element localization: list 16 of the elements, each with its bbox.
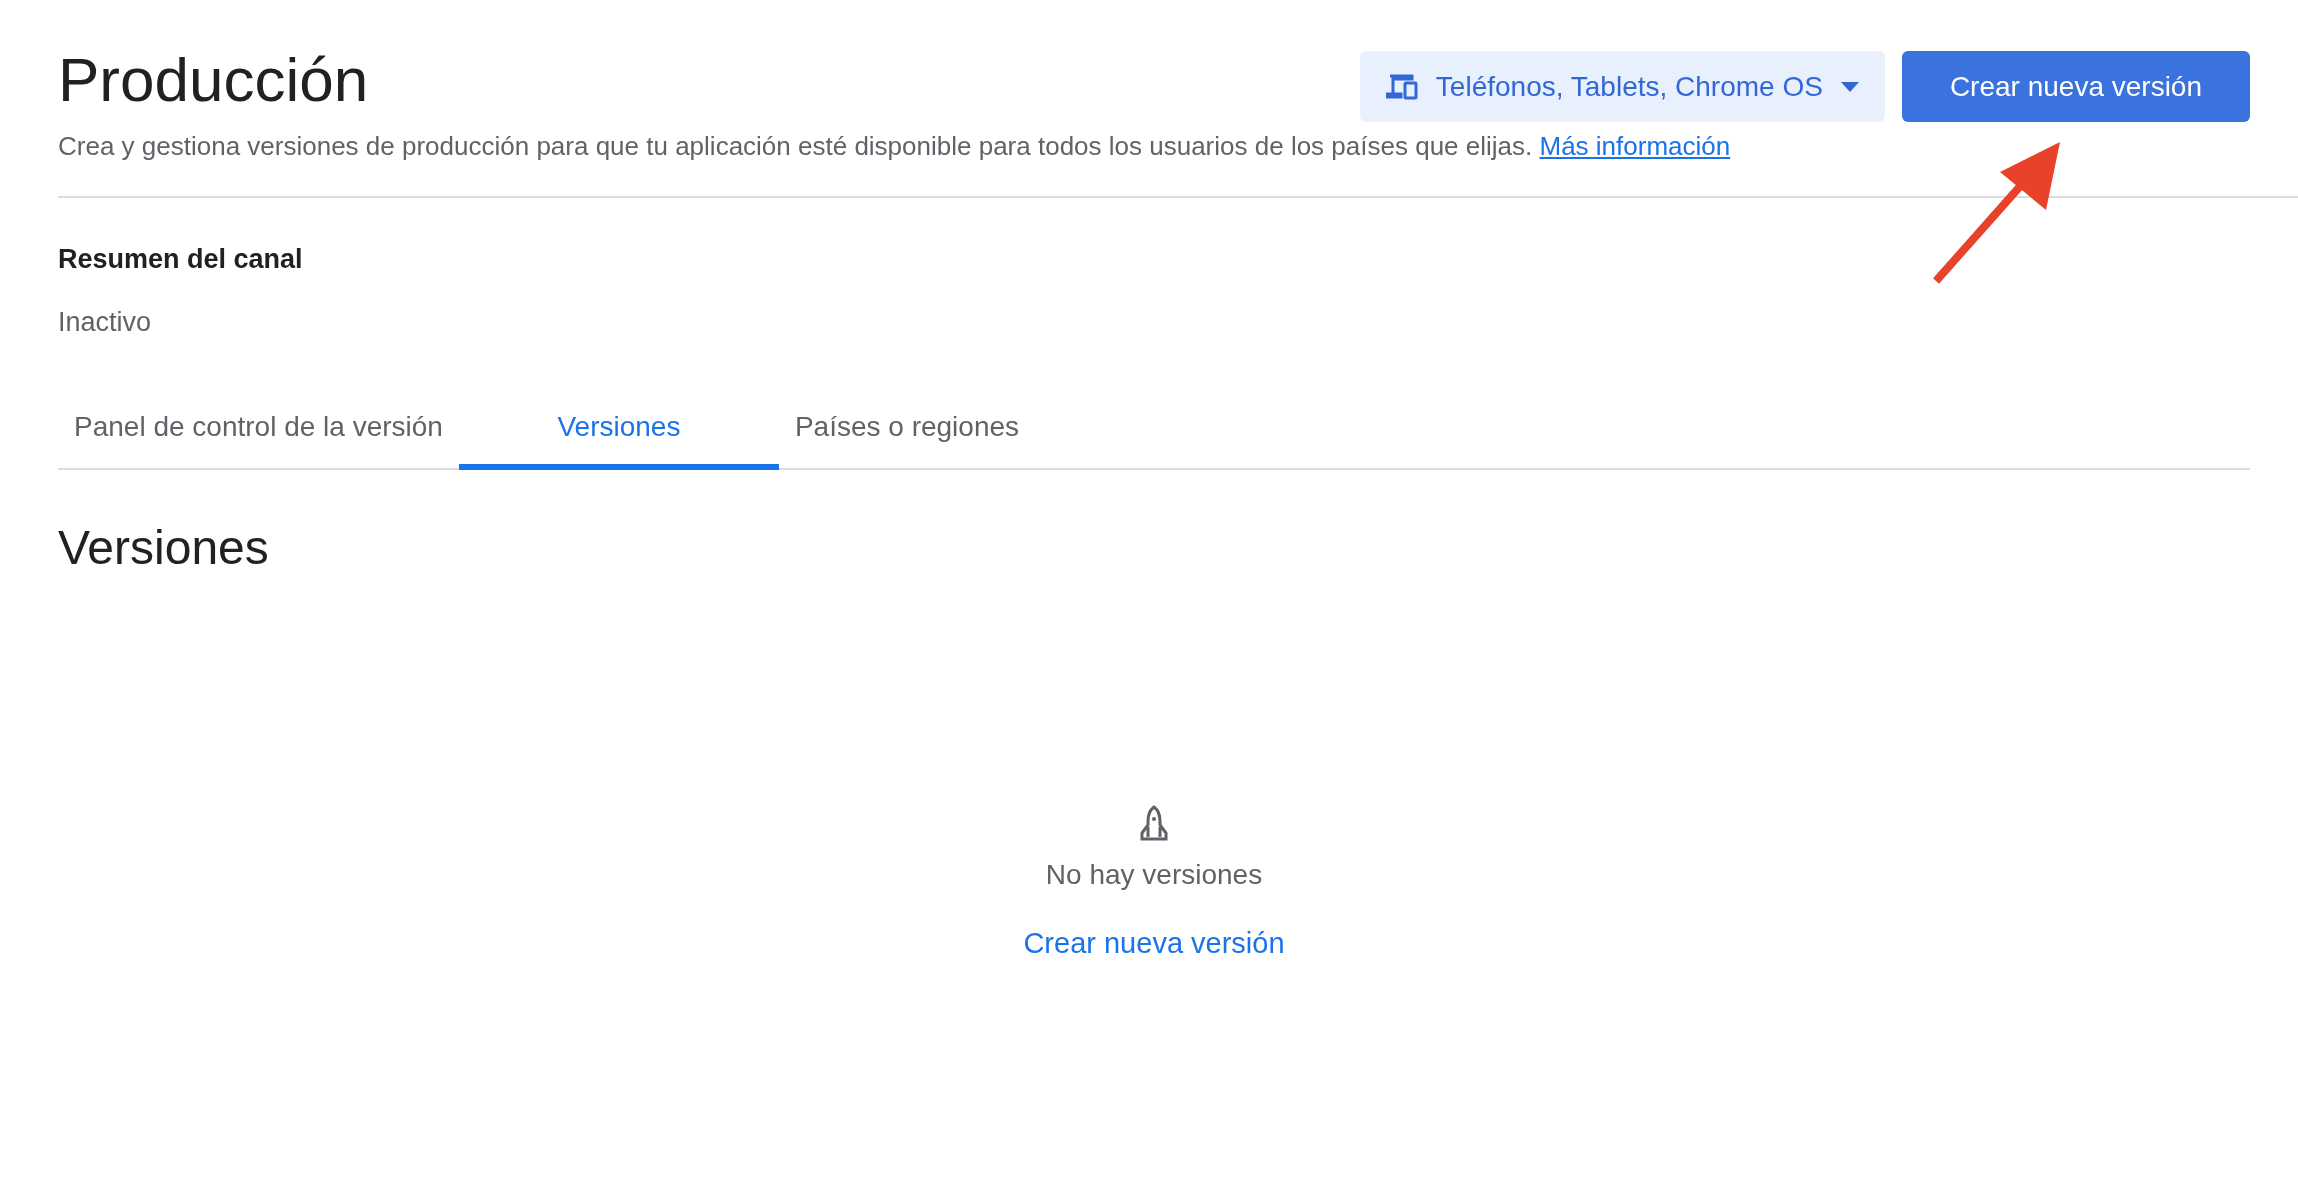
learn-more-link[interactable]: Más información: [1539, 131, 1731, 161]
devices-icon: [1385, 73, 1418, 100]
create-release-link[interactable]: Crear nueva versión: [1023, 927, 1285, 960]
empty-message: No hay versiones: [1045, 859, 1263, 891]
section-heading: Resumen del canal: [58, 244, 304, 275]
page-description: Crea y gestiona versiones de producción para que tu aplicación esté disponible para todos los usuarios de los países que elijas. Más información: [58, 130, 1732, 163]
create-release-button[interactable]: Crear nueva versión: [1901, 51, 2250, 122]
tab[interactable]: Panel de control de la versión: [58, 390, 459, 470]
page-title: Producción: [58, 44, 369, 116]
section-title: Versiones: [58, 520, 270, 575]
rocket-icon: [1138, 805, 1170, 841]
channel-status: Inactivo: [58, 307, 153, 338]
tab[interactable]: Versiones: [458, 390, 779, 470]
caret-icon: [1840, 81, 1859, 92]
tab[interactable]: Países o regiones: [778, 390, 1036, 470]
device-selector[interactable]: Teléfonos, Tablets, Chrome OS: [1359, 51, 1885, 122]
